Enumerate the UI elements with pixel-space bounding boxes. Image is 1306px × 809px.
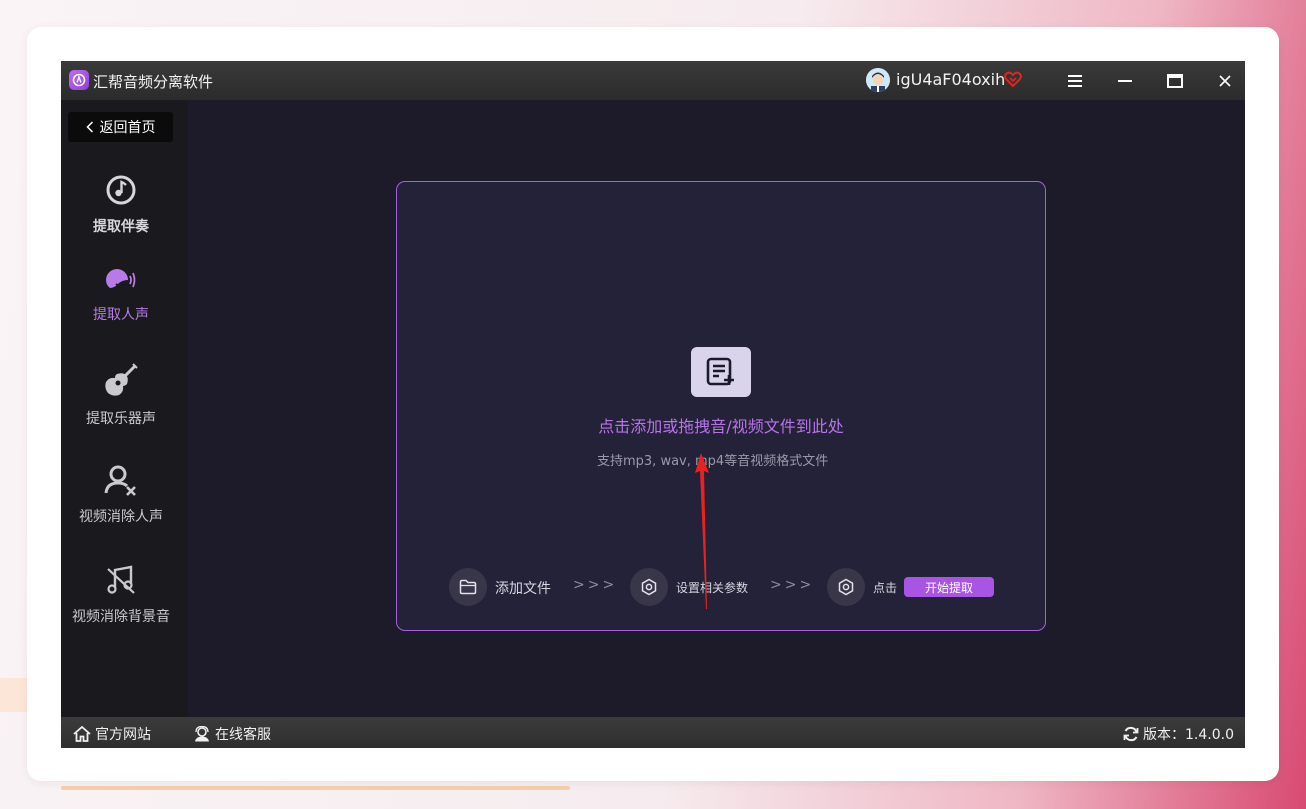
back-home-label: 返回首页 [99,120,156,136]
background-accent-bar [0,678,28,712]
sidebar-item-label: 提取伴奏 [93,219,149,235]
support-agent-icon [195,726,209,742]
add-file-icon[interactable] [691,347,751,397]
minimize-icon[interactable] [1113,69,1137,93]
online-support-link[interactable]: 在线客服 [193,724,271,744]
remove-person-icon [104,464,138,500]
sidebar-item-label: 提取乐器声 [86,411,156,427]
voice-icon [104,266,138,298]
official-website-label: 官方网站 [95,727,151,743]
sidebar-item-video-remove-background[interactable]: 视频消除背景音 [61,564,181,626]
step-arrows: >>> [573,577,618,593]
sidebar-item-extract-vocals[interactable]: 提取人声 [61,266,181,324]
menu-icon[interactable] [1063,69,1087,93]
avatar[interactable] [866,68,890,92]
app-title: 汇帮音频分离软件 [93,73,214,91]
folder-icon [449,568,487,606]
sidebar-item-label: 提取人声 [93,307,149,323]
app-window: 汇帮音频分离软件 igU4aF04oxih 返回首页 提取伴奏 提取人声 提取乐… [61,61,1245,748]
start-extract-button[interactable]: 开始提取 [904,577,994,597]
home-icon [73,726,91,742]
annotation-arrow-icon [691,449,715,617]
sidebar-item-video-remove-vocals[interactable]: 视频消除人声 [61,464,181,526]
step-arrows: >>> [770,577,815,593]
version-info: 版本：1.4.0.0 [1123,724,1234,744]
sidebar-item-extract-accompaniment[interactable]: 提取伴奏 [61,174,181,236]
vip-heart-icon[interactable] [1004,70,1022,92]
file-drop-zone[interactable]: 点击添加或拖拽音/视频文件到此处 支持mp3, wav, mp4等音视频格式文件… [396,181,1046,631]
settings-gear-icon [827,568,865,606]
mute-music-icon [105,564,137,600]
step-add-file[interactable]: 添加文件 [495,578,551,598]
chevron-left-icon [85,121,93,133]
official-website-link[interactable]: 官方网站 [73,724,151,744]
background-accent-line [61,786,570,790]
status-bar: 官方网站 在线客服 版本：1.4.0.0 [61,717,1245,748]
close-icon[interactable] [1213,69,1237,93]
settings-gear-icon [630,568,668,606]
sidebar-item-extract-instrument[interactable]: 提取乐器声 [61,362,181,428]
maximize-icon[interactable] [1163,69,1187,93]
online-support-label: 在线客服 [215,727,271,743]
user-name[interactable]: igU4aF04oxih [896,70,1005,89]
step-click: 点击 [873,581,898,595]
drop-zone-title: 点击添加或拖拽音/视频文件到此处 [598,417,844,436]
sidebar-item-label: 视频消除人声 [79,509,163,525]
version-label: 版本：1.4.0.0 [1143,727,1234,743]
workflow-steps: 添加文件 >>> 设置相关参数 >>> 点击 开始提取 [449,568,1009,606]
guitar-icon [103,362,139,402]
back-home-button[interactable]: 返回首页 [68,112,173,142]
sidebar-item-label: 视频消除背景音 [72,609,170,625]
music-note-icon [105,174,137,210]
refresh-icon [1123,726,1139,742]
app-logo-icon [69,70,89,90]
title-bar: 汇帮音频分离软件 igU4aF04oxih [61,61,1245,100]
sidebar: 返回首页 提取伴奏 提取人声 提取乐器声 视频消除人声 视频消除背景音 [61,100,188,717]
